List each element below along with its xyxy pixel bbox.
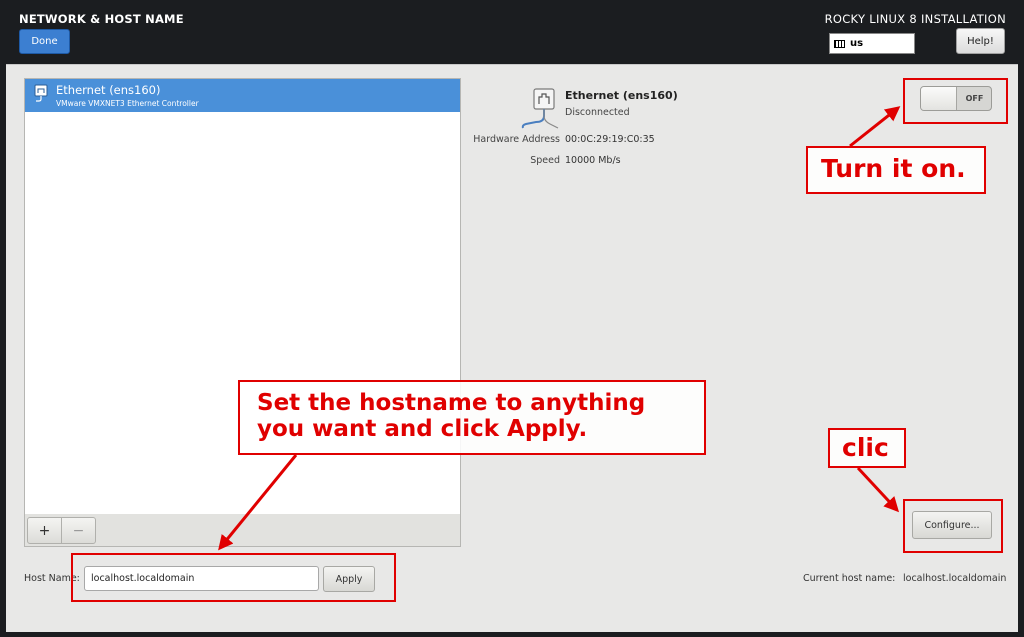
device-list-toolbar: + − (24, 514, 461, 547)
device-name: Ethernet (ens160) (56, 83, 161, 97)
annotation-turn-it-on: Turn it on. (806, 146, 986, 194)
annotation-highlight-toggle (903, 78, 1008, 124)
keyboard-layout-indicator[interactable]: us (829, 33, 915, 54)
annotation-set-hostname: Set the hostname to anything you want an… (238, 380, 706, 455)
help-button[interactable]: Help! (956, 28, 1005, 54)
current-host-name-label: Current host name: (803, 573, 896, 584)
keyboard-layout-label: us (850, 38, 864, 49)
annotation-clic: clic (828, 428, 906, 468)
hardware-address-value: 00:0C:29:19:C0:35 (565, 134, 655, 145)
installation-title: ROCKY LINUX 8 INSTALLATION (824, 12, 1006, 26)
detail-connection-status: Disconnected (565, 107, 630, 118)
spoke-title: NETWORK & HOST NAME (19, 12, 184, 26)
annotation-set-hostname-line1: Set the hostname to anything (257, 390, 646, 416)
device-row-ens160[interactable]: Ethernet (ens160) VMware VMXNET3 Etherne… (25, 79, 460, 112)
add-device-button[interactable]: + (27, 517, 62, 544)
annotation-highlight-configure (903, 499, 1003, 553)
remove-device-button[interactable]: − (61, 517, 96, 544)
annotation-set-hostname-line2: you want and click Apply. (257, 416, 588, 442)
device-description: VMware VMXNET3 Ethernet Controller (56, 99, 199, 108)
ethernet-icon (521, 88, 559, 129)
done-button[interactable]: Done (19, 29, 70, 54)
speed-label: Speed (530, 155, 560, 166)
hardware-address-label: Hardware Address (473, 134, 560, 145)
annotation-highlight-hostname (71, 553, 396, 602)
keyboard-icon (834, 39, 845, 48)
ethernet-icon (34, 84, 48, 102)
detail-device-name: Ethernet (ens160) (565, 89, 678, 102)
speed-value: 10000 Mb/s (565, 155, 621, 166)
current-host-name-value: localhost.localdomain (903, 573, 1007, 584)
header-bar: NETWORK & HOST NAME Done ROCKY LINUX 8 I… (0, 0, 1024, 64)
